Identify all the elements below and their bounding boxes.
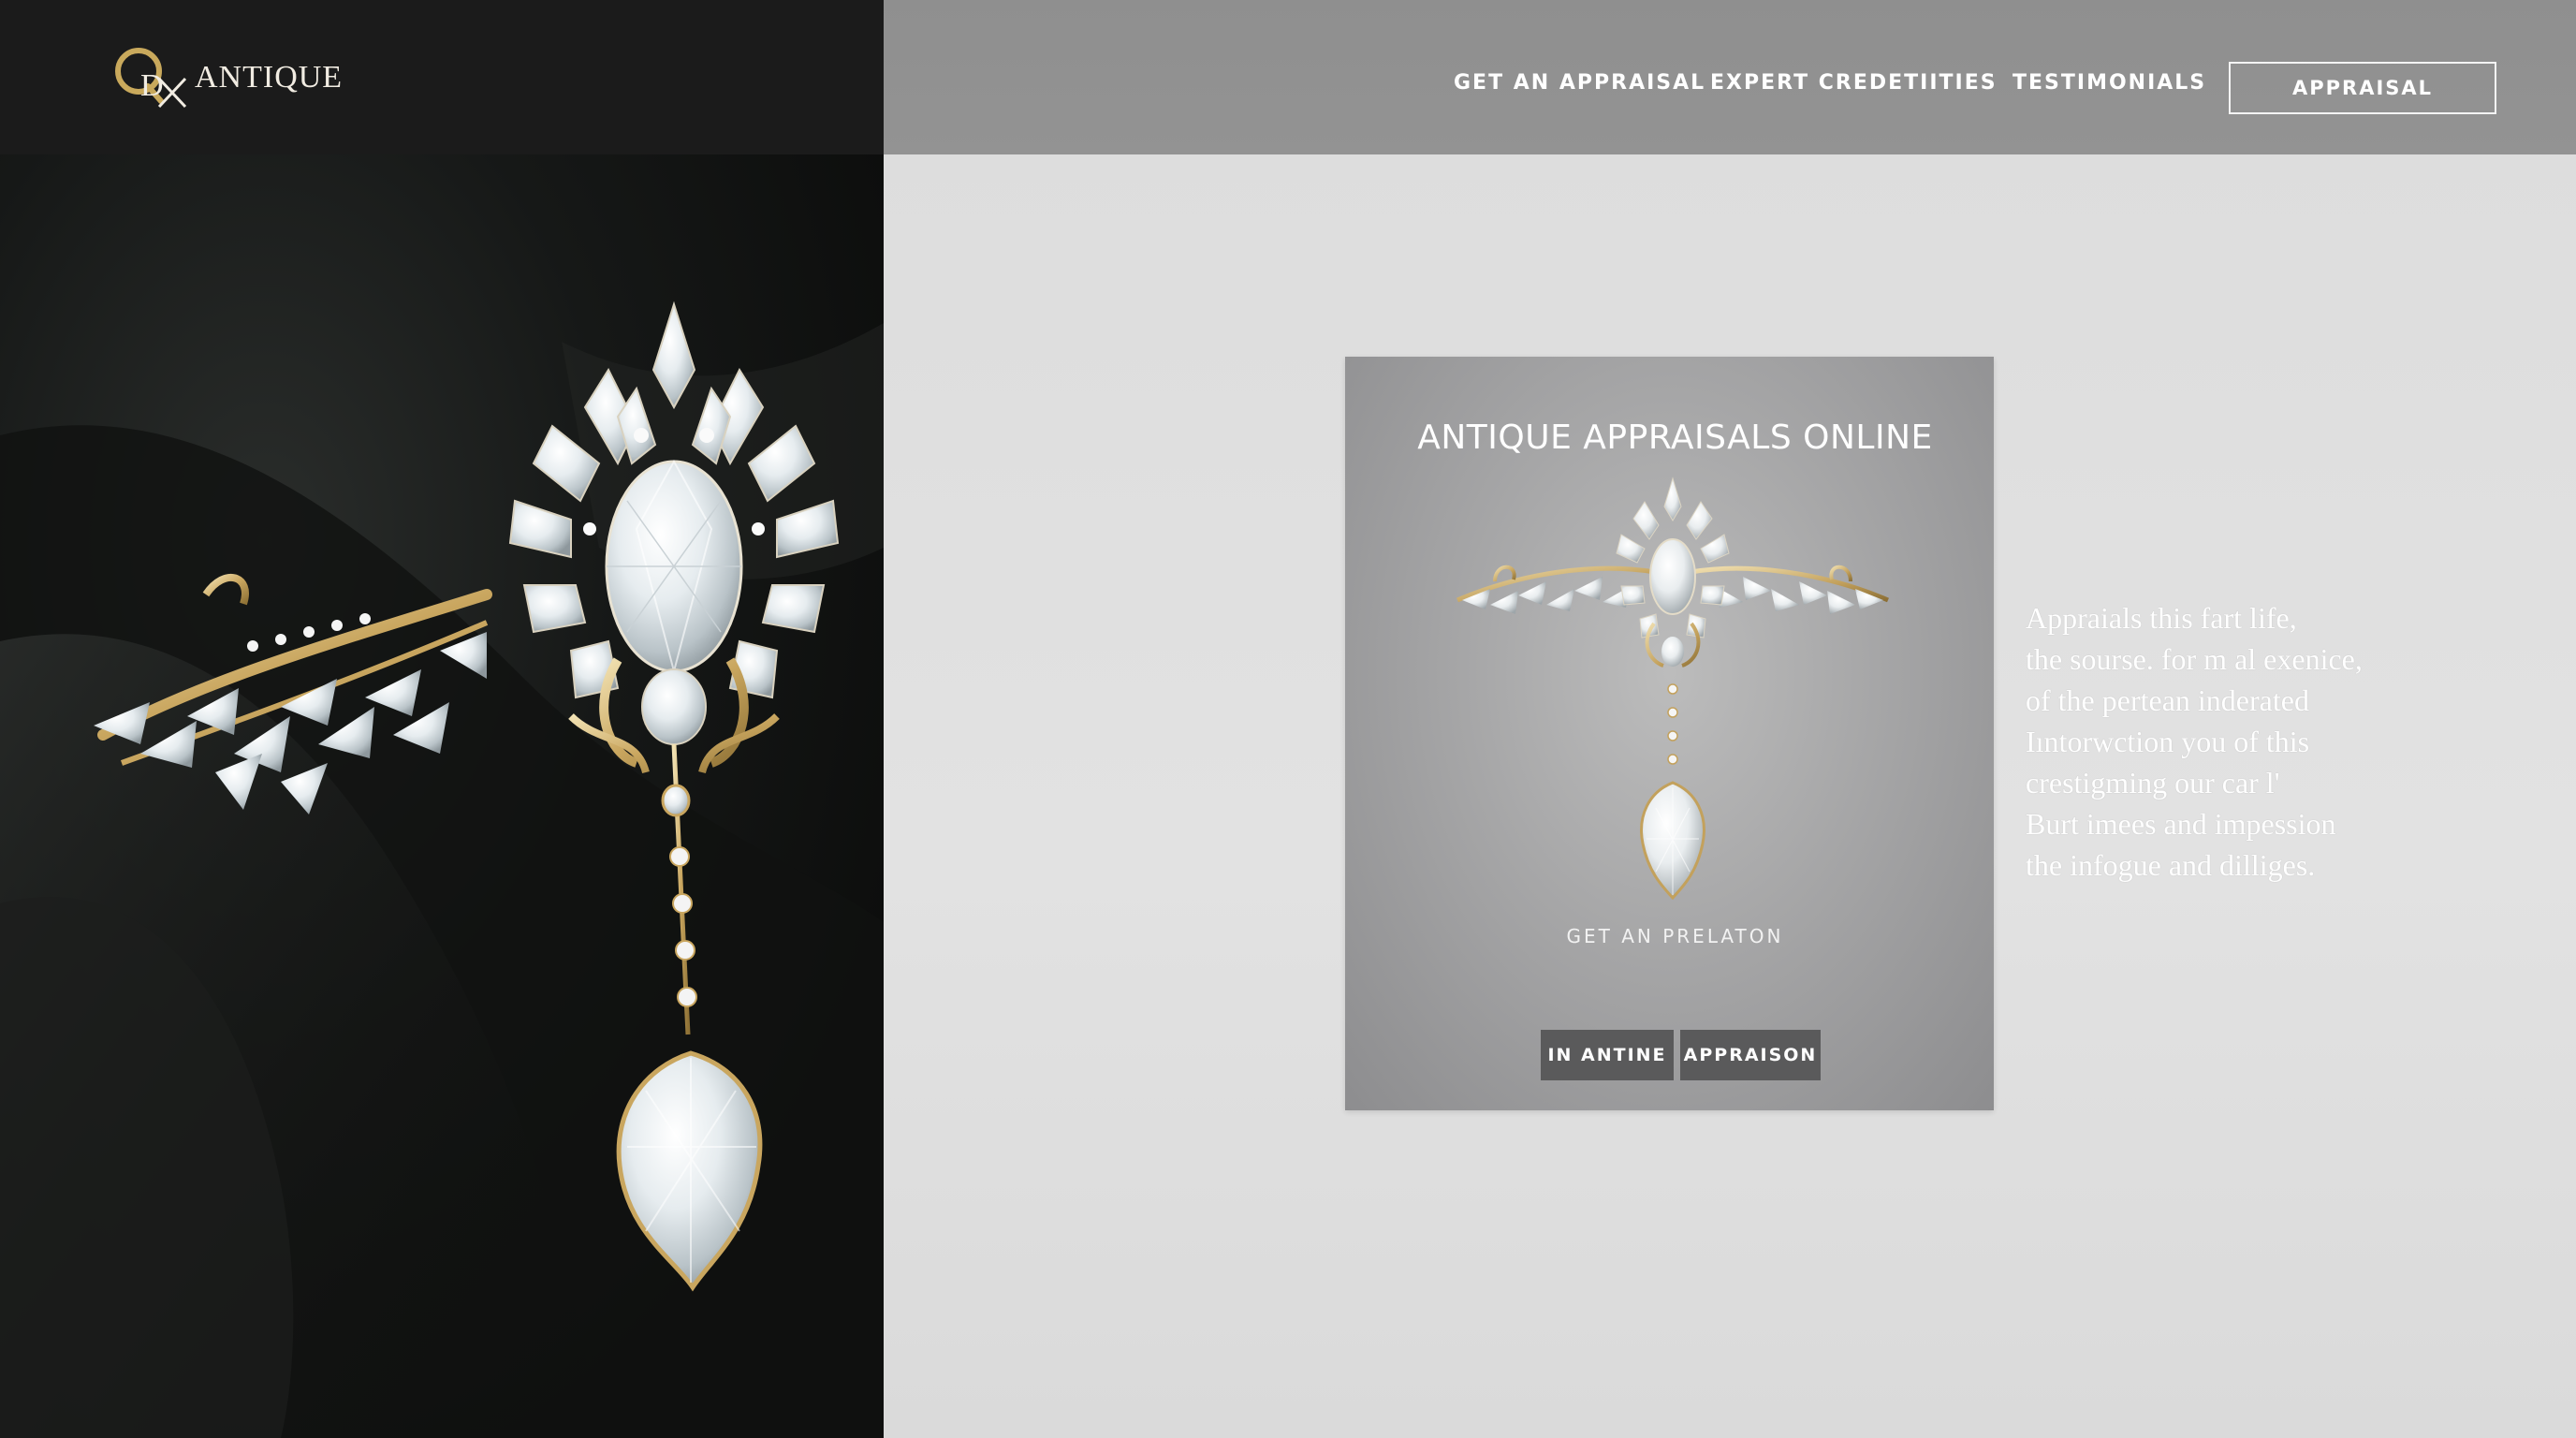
paragraph-line: Appraials this fart life, — [2026, 601, 2297, 635]
appraisal-button-label: APPRAISAL — [2291, 77, 2434, 99]
svg-text:D: D — [140, 68, 164, 103]
brand-logo[interactable]: D ANTIQUE — [112, 37, 343, 112]
brand-name: ANTIQUE — [195, 60, 344, 95]
intro-paragraph: Appraials this fart life, the sourse. fo… — [2026, 597, 2456, 886]
paragraph-line: Iıntorwction you of this — [2026, 725, 2310, 758]
paragraph-line: Burt imees and impession — [2026, 807, 2336, 841]
card-button-appraison[interactable]: APPRAISON — [1680, 1030, 1821, 1080]
brand-header: D ANTIQUE — [0, 0, 884, 154]
diamond-brooch-small-image — [1456, 477, 1889, 900]
monogram-logo-icon: D — [115, 48, 187, 109]
card-button-in-antine[interactable]: IN ANTINE — [1541, 1030, 1674, 1080]
nav-testimonials[interactable]: TESTIMONIALS — [2012, 71, 2206, 95]
appraisal-card: ANTIQUE APPRAISALS ONLINE GET AN PRELATO… — [1345, 357, 1994, 1110]
card-title: ANTIQUE APPRAISALS ONLINE — [1417, 418, 1933, 457]
paragraph-line: of the pertean inderated — [2026, 683, 2309, 717]
diamond-brooch-image — [0, 154, 884, 1438]
appraisal-button[interactable]: APPRAISAL — [2229, 62, 2496, 114]
paragraph-line: the sourse. for m al exenice, — [2026, 642, 2363, 676]
paragraph-line: the infogue and dilliges. — [2026, 848, 2316, 882]
card-subtitle: GET AN PRELATON — [1566, 925, 1784, 947]
hero-panel: D ANTIQUE — [0, 0, 884, 1438]
paragraph-line: crestigming our car l' — [2026, 766, 2280, 800]
nav-expert-credentials[interactable]: EXPERT CREDETIITIES — [1710, 71, 1998, 95]
card-button-label: APPRAISON — [1683, 1045, 1818, 1065]
top-nav: GET AN APPRAISAL EXPERT CREDETIITIES TES… — [884, 0, 2576, 154]
nav-get-appraisal[interactable]: GET AN APPRAISAL — [1454, 71, 1705, 95]
page: D ANTIQUE GET AN APPRAISAL EXPERT CREDET… — [0, 0, 2576, 1438]
card-button-label: IN ANTINE — [1547, 1045, 1667, 1065]
